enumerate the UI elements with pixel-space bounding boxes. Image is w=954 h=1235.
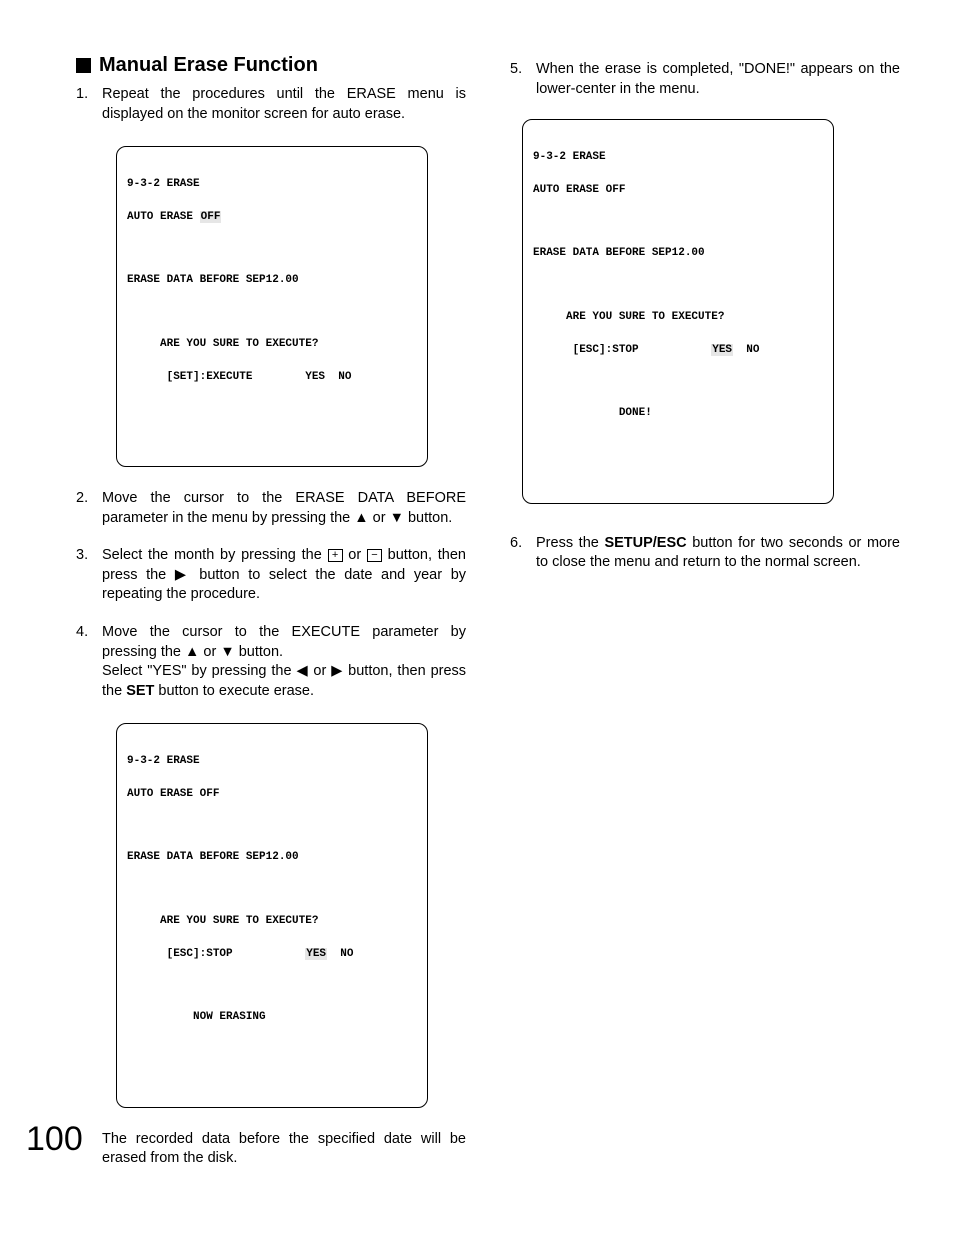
highlight: OFF [200,211,222,223]
step-text: button. [235,644,283,660]
screen-line: ERASE DATA BEFORE SEP12.00 [533,245,823,262]
section-title: Manual Erase Function [76,54,466,77]
left-triangle-icon: ◀ [296,663,308,679]
screen-line: ERASE DATA BEFORE SEP12.00 [127,849,417,866]
screen-box-2: 9-3-2 ERASE AUTO ERASE OFF ERASE DATA BE… [116,723,428,1108]
screen-line: ARE YOU SURE TO EXECUTE? [533,309,823,326]
step-4-note: The recorded data before the specified d… [76,1130,466,1169]
step-number: 1. [76,85,88,105]
plus-box-icon: + [328,549,343,562]
screen-line: AUTO ERASE OFF [127,209,417,226]
step-text: or [309,663,332,679]
minus-box-icon: − [367,549,382,562]
screen-line: [ESC]:STOP YES NO [127,946,417,963]
screen-line: [ESC]:STOP YES NO [533,342,823,359]
step-5: 5. When the erase is completed, "DONE!" … [510,60,900,99]
square-bullet-icon [76,58,91,73]
step-6: 6. Press the SETUP/ESC button for two se… [510,534,900,573]
screen-line: AUTO ERASE OFF [127,786,417,803]
highlight: YES [711,344,733,356]
screen-line: [SET]:EXECUTE YES NO [127,369,417,386]
up-triangle-icon: ▲ [354,510,368,526]
section-title-text: Manual Erase Function [99,54,318,77]
down-triangle-icon: ▼ [390,510,404,526]
step-2: 2. Move the cursor to the ERASE DATA BEF… [76,489,466,528]
down-triangle-icon: ▼ [220,644,234,660]
screen-line: 9-3-2 ERASE [127,753,417,770]
step-number: 4. [76,623,88,643]
page-number: 100 [26,1120,83,1159]
screen-line: 9-3-2 ERASE [127,176,417,193]
step-1: 1. Repeat the procedures until the ERASE… [76,85,466,124]
step-text: or [199,644,220,660]
screen-box-1: 9-3-2 ERASE AUTO ERASE OFF ERASE DATA BE… [116,146,428,467]
screen-line: 9-3-2 ERASE [533,149,823,166]
step-number: 2. [76,489,88,509]
step-text: When the erase is completed, "DONE!" app… [536,61,900,97]
step-text: Move the cursor to the EXECUTE parameter… [102,624,466,660]
step-text: or [369,510,390,526]
up-triangle-icon: ▲ [185,644,199,660]
screen-line: ARE YOU SURE TO EXECUTE? [127,913,417,930]
step-number: 6. [510,534,522,554]
right-column: 5. When the erase is completed, "DONE!" … [510,54,900,1187]
step-text: button to execute erase. [154,683,314,699]
screen-box-3: 9-3-2 ERASE AUTO ERASE OFF ERASE DATA BE… [522,119,834,504]
step-4: 4. Move the cursor to the EXECUTE parame… [76,623,466,701]
step-text: Press the [536,535,604,551]
right-triangle-icon: ▶ [175,567,191,583]
step-text: The recorded data before the specified d… [102,1131,466,1167]
step-text: Select the month by pressing the [102,547,328,563]
step-3: 3. Select the month by pressing the + or… [76,546,466,605]
right-triangle-icon: ▶ [331,663,343,679]
screen-line: NOW ERASING [127,1009,417,1026]
screen-line: ARE YOU SURE TO EXECUTE? [127,336,417,353]
set-label: SET [126,683,154,699]
step-text: Repeat the procedures until the ERASE me… [102,86,466,122]
highlight: YES [305,948,327,960]
step-text: or [343,547,367,563]
step-text: button. [404,510,452,526]
screen-line: AUTO ERASE OFF [533,182,823,199]
left-column: Manual Erase Function 1. Repeat the proc… [76,54,466,1187]
setup-esc-label: SETUP/ESC [604,535,686,551]
screen-line: ERASE DATA BEFORE SEP12.00 [127,272,417,289]
step-number: 3. [76,546,88,566]
step-number: 5. [510,60,522,80]
step-text: Select "YES" by pressing the [102,663,296,679]
screen-line: DONE! [533,405,823,422]
